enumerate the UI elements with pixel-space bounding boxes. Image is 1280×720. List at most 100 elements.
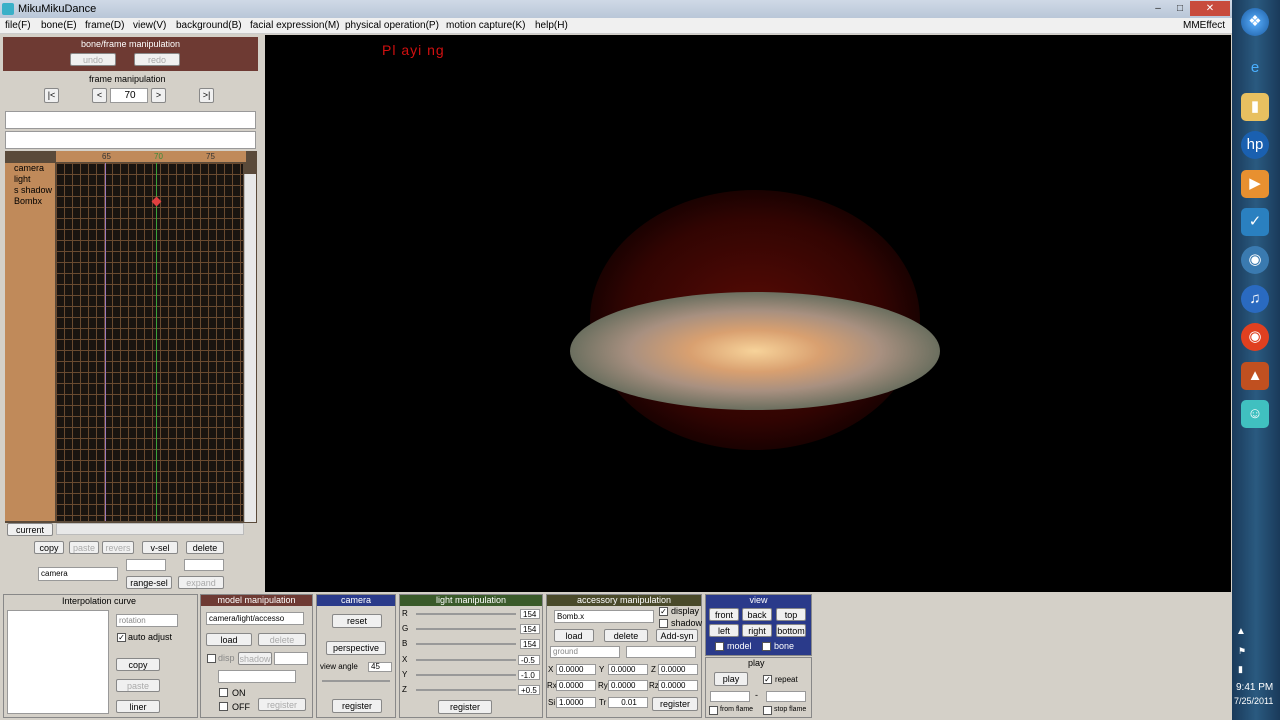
- acc-x-value[interactable]: 0.0000: [556, 664, 596, 675]
- model-load-button[interactable]: load: [206, 633, 252, 646]
- light-r-slider[interactable]: [416, 613, 516, 615]
- timeline-grid[interactable]: [56, 163, 243, 521]
- redo-button[interactable]: redo: [134, 53, 180, 66]
- menu-bone[interactable]: bone(E): [41, 20, 77, 31]
- add-syn-button[interactable]: Add-syn: [656, 629, 698, 642]
- signal-icon[interactable]: ▮: [1238, 664, 1243, 675]
- interp-paste-button[interactable]: paste: [116, 679, 160, 692]
- track-bombx[interactable]: Bombx: [14, 196, 42, 206]
- start-orb-icon[interactable]: ❖: [1241, 8, 1269, 36]
- v-sel-button[interactable]: v-sel: [142, 541, 178, 554]
- model-select[interactable]: camera/light/accesso: [206, 612, 304, 625]
- model-register-button[interactable]: register: [258, 698, 306, 711]
- light-z-value[interactable]: +0.5: [518, 685, 540, 695]
- menu-help[interactable]: help(H): [535, 20, 568, 31]
- auto-adjust-checkbox[interactable]: ✓: [117, 633, 126, 642]
- model-shadow-button[interactable]: shadow: [238, 652, 272, 665]
- track-light[interactable]: light: [14, 174, 31, 184]
- folder-icon[interactable]: ▮: [1241, 93, 1269, 121]
- light-r-value[interactable]: 154: [520, 609, 540, 619]
- network-icon[interactable]: ◉: [1241, 246, 1269, 274]
- interpolation-curve-canvas[interactable]: [7, 610, 109, 714]
- light-g-value[interactable]: 154: [520, 624, 540, 634]
- menu-physical-operation[interactable]: physical operation(P): [345, 20, 439, 31]
- internet-explorer-icon[interactable]: e: [1241, 54, 1269, 82]
- view-right-button[interactable]: right: [742, 624, 772, 637]
- stop-frame-input[interactable]: [766, 691, 806, 702]
- timeline-horizontal-scrollbar[interactable]: [56, 523, 244, 535]
- menu-motion-capture[interactable]: motion capture(K): [446, 20, 525, 31]
- menu-frame[interactable]: frame(D): [85, 20, 124, 31]
- camera-reset-button[interactable]: reset: [332, 614, 382, 628]
- menu-view[interactable]: view(V): [133, 20, 166, 31]
- play-button[interactable]: play: [714, 672, 748, 686]
- acc-shadow-checkbox[interactable]: [659, 619, 668, 628]
- minimize-button[interactable]: –: [1146, 1, 1170, 16]
- expand-button[interactable]: expand: [178, 576, 224, 589]
- disp-checkbox[interactable]: [207, 654, 216, 663]
- app-icon-flame[interactable]: ▲: [1241, 362, 1269, 390]
- acc-rz-value[interactable]: 0.0000: [658, 680, 698, 691]
- clock-time[interactable]: 9:41 PM: [1236, 682, 1273, 693]
- range-from-input[interactable]: [126, 559, 166, 571]
- range-to-input[interactable]: [184, 559, 224, 571]
- model-delete-button[interactable]: delete: [258, 633, 306, 646]
- light-b-value[interactable]: 154: [520, 639, 540, 649]
- delete-frame-button[interactable]: delete: [186, 541, 224, 554]
- next-frame-button[interactable]: >: [151, 88, 166, 103]
- frame-number-input[interactable]: 70: [110, 88, 148, 103]
- display-checkbox[interactable]: ✓: [659, 607, 668, 616]
- ground-select[interactable]: ground: [550, 646, 620, 658]
- view-angle-slider[interactable]: [322, 680, 390, 682]
- light-y-value[interactable]: -1.0: [518, 670, 540, 680]
- timeline-vertical-scrollbar[interactable]: [244, 174, 256, 522]
- view-back-button[interactable]: back: [742, 608, 772, 621]
- light-y-slider[interactable]: [416, 674, 516, 676]
- tray-arrow-icon[interactable]: ▲: [1236, 626, 1246, 637]
- liner-button[interactable]: liner: [116, 700, 160, 713]
- light-b-slider[interactable]: [416, 643, 516, 645]
- prev-frame-button[interactable]: <: [92, 88, 107, 103]
- on-radio[interactable]: [219, 688, 228, 697]
- paste-frame-button[interactable]: paste: [69, 541, 99, 554]
- acc-si-value[interactable]: 1.0000: [556, 697, 596, 708]
- maximize-button[interactable]: □: [1168, 1, 1192, 16]
- last-frame-button[interactable]: >|: [199, 88, 214, 103]
- view-top-button[interactable]: top: [776, 608, 806, 621]
- light-x-value[interactable]: -0.5: [518, 655, 540, 665]
- from-frame-input[interactable]: [710, 691, 750, 702]
- light-register-button[interactable]: register: [438, 700, 492, 714]
- view-bottom-button[interactable]: bottom: [776, 624, 806, 637]
- view-left-button[interactable]: left: [709, 624, 739, 637]
- repeat-checkbox[interactable]: ✓: [763, 675, 772, 684]
- view-front-button[interactable]: front: [709, 608, 739, 621]
- camera-register-button[interactable]: register: [332, 699, 382, 713]
- view-bone-checkbox[interactable]: [762, 642, 771, 651]
- undo-button[interactable]: undo: [70, 53, 116, 66]
- menu-background[interactable]: background(B): [176, 20, 242, 31]
- close-button[interactable]: ✕: [1190, 1, 1230, 16]
- light-x-slider[interactable]: [416, 659, 516, 661]
- track-self-shadow[interactable]: s shadow: [14, 185, 52, 195]
- media-player-icon[interactable]: ▶: [1241, 170, 1269, 198]
- current-button[interactable]: current: [7, 523, 53, 536]
- model-bone-select[interactable]: [218, 670, 296, 683]
- view-angle-value[interactable]: 45: [368, 662, 392, 672]
- stop-frame-checkbox[interactable]: [763, 706, 772, 715]
- interpolation-select[interactable]: rotation: [116, 614, 178, 627]
- acc-ry-value[interactable]: 0.0000: [608, 680, 648, 691]
- acc-tr-value[interactable]: 0.01: [608, 697, 648, 708]
- model-value-field[interactable]: [274, 652, 308, 665]
- checkmark-app-icon[interactable]: ✓: [1241, 208, 1269, 236]
- light-z-slider[interactable]: [416, 689, 516, 691]
- accessory-bone-select[interactable]: [626, 646, 696, 658]
- accessory-delete-button[interactable]: delete: [604, 629, 648, 642]
- acc-y-value[interactable]: 0.0000: [608, 664, 648, 675]
- chrome-icon[interactable]: ◉: [1241, 323, 1269, 351]
- off-radio[interactable]: [219, 702, 228, 711]
- menu-file[interactable]: file(F): [5, 20, 31, 31]
- itunes-icon[interactable]: ♫: [1241, 285, 1269, 313]
- hp-icon[interactable]: hp: [1241, 131, 1269, 159]
- flag-icon[interactable]: ⚑: [1238, 646, 1246, 657]
- track-select[interactable]: camera: [38, 567, 118, 581]
